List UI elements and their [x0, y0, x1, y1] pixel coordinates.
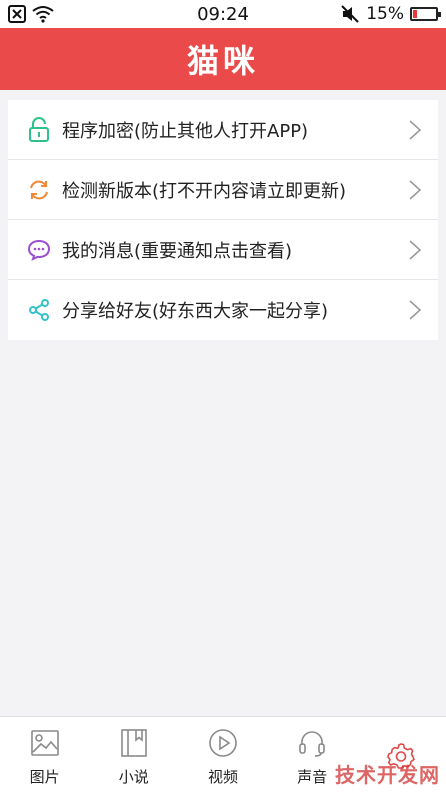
tab-label: 视频 — [207, 768, 238, 786]
lock-icon — [26, 116, 52, 143]
tab-novels[interactable]: 小说 — [94, 726, 174, 787]
settings-menu: 程序加密(防止其他人打开APP) 检测新版本(打不开内容请立即更新) 我的消息(… — [8, 100, 438, 340]
chevron-right-icon — [409, 179, 422, 200]
status-time: 09:24 — [197, 3, 249, 25]
menu-item-app-lock[interactable]: 程序加密(防止其他人打开APP) — [8, 100, 438, 160]
watermark: 技术开发网 — [335, 763, 440, 787]
book-icon — [117, 726, 151, 760]
tab-videos[interactable]: 视频 — [183, 726, 263, 787]
menu-item-label: 分享给好友(好东西大家一起分享) — [62, 301, 329, 322]
menu-item-label: 我的消息(重要通知点击查看) — [62, 240, 293, 262]
menu-item-share[interactable]: 分享给好友(好东西大家一起分享) — [8, 280, 438, 340]
image-icon — [28, 726, 62, 760]
app-header: 猫咪 — [0, 28, 446, 90]
refresh-icon — [26, 177, 52, 203]
chevron-right-icon — [409, 300, 422, 320]
play-icon — [206, 726, 240, 760]
tab-label: 声音 — [297, 768, 328, 786]
status-bar: 09:24 15% — [0, 0, 446, 28]
page-title: 猫咪 — [186, 42, 259, 80]
menu-item-messages[interactable]: 我的消息(重要通知点击查看) — [8, 220, 438, 280]
tab-label: 图片 — [29, 768, 60, 786]
chevron-right-icon — [409, 239, 422, 260]
menu-item-label: 程序加密(防止其他人打开APP) — [62, 120, 309, 142]
menu-item-label: 检测新版本(打不开内容请立即更新) — [62, 180, 347, 202]
tab-images[interactable]: 图片 — [5, 726, 85, 787]
share-icon — [26, 297, 52, 323]
headphones-icon — [295, 726, 329, 760]
message-icon — [26, 237, 52, 263]
chevron-right-icon — [409, 119, 422, 140]
tab-label: 小说 — [118, 768, 149, 786]
battery-icon — [410, 7, 441, 21]
battery-fill — [413, 10, 417, 18]
menu-item-check-update[interactable]: 检测新版本(打不开内容请立即更新) — [8, 160, 438, 220]
